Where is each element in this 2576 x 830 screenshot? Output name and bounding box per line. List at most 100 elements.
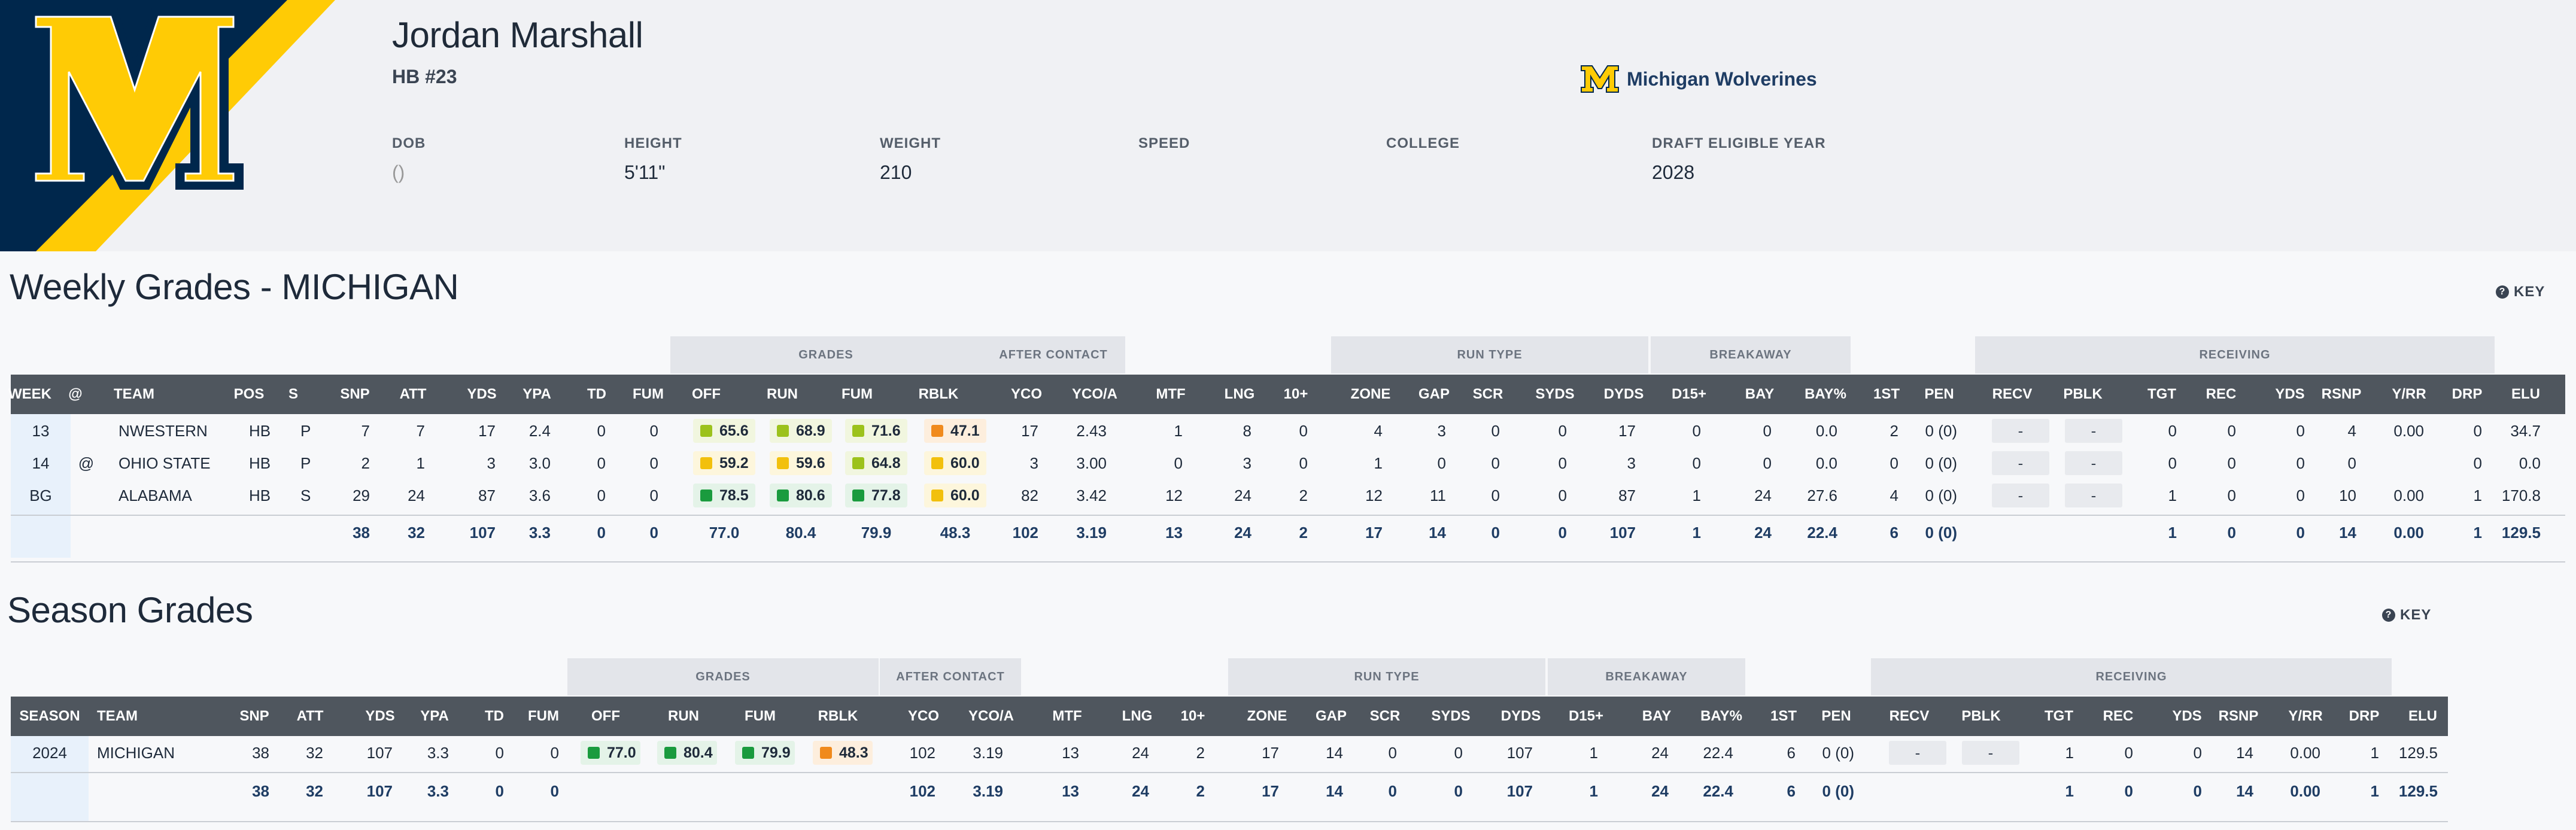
column-header--[interactable]: @: [40, 375, 111, 414]
column-header-pen[interactable]: PEN: [1903, 375, 1975, 414]
group-header: BREAKAWAY: [1548, 658, 1745, 695]
pblk-grade: -: [2065, 451, 2122, 475]
column-header-yco-a[interactable]: YCO/A: [955, 697, 1027, 736]
column-header-pblk[interactable]: PBLK: [2047, 375, 2119, 414]
team-link[interactable]: Michigan Wolverines: [1580, 65, 1817, 93]
column-header-rec[interactable]: REC: [2082, 697, 2154, 736]
total-grade: 79.9: [861, 524, 892, 542]
total-cell: 3.19: [1076, 524, 1107, 542]
column-header-pblk[interactable]: PBLK: [1945, 697, 2017, 736]
stat-cell: 14: [1326, 744, 1343, 762]
column-header-10-[interactable]: 10+: [1260, 375, 1332, 414]
stat-cell: 0: [1692, 422, 1701, 440]
total-cell: 0: [1558, 524, 1567, 542]
season-grades-table: GRADES AFTER CONTACT RUN TYPE BREAKAWAY RECE…: [11, 658, 2448, 826]
column-header-run[interactable]: RUN: [746, 375, 818, 414]
total-cell: 6: [1787, 782, 1796, 800]
column-header-bay[interactable]: BAY: [1724, 375, 1796, 414]
team-link[interactable]: ALABAMA: [119, 480, 192, 511]
grade-badge: 80.6: [770, 484, 832, 507]
column-header-10-[interactable]: 10+: [1157, 697, 1229, 736]
grade-badge: 60.0: [924, 484, 986, 507]
column-header-att[interactable]: ATT: [377, 375, 449, 414]
column-header-off[interactable]: OFF: [570, 697, 642, 736]
column-header-run[interactable]: RUN: [648, 697, 719, 736]
column-header-syds[interactable]: SYDS: [1519, 375, 1591, 414]
total-cell: 107: [366, 782, 393, 800]
column-header-fum[interactable]: FUM: [821, 375, 893, 414]
column-header-zone[interactable]: ZONE: [1335, 375, 1407, 414]
column-header-team[interactable]: TEAM: [97, 697, 138, 736]
stat-cell: 0: [2168, 422, 2177, 440]
column-header-recv[interactable]: RECV: [1976, 375, 2048, 414]
column-header-scr[interactable]: SCR: [1349, 697, 1421, 736]
stat-cell: 0.0: [1815, 454, 1837, 472]
table-row[interactable]: BG ALABAMA HB S 29 24 87 3.6 0 0 78.5 80.6 77.8 60.0 8…: [11, 480, 2565, 511]
total-grade: 48.3: [940, 524, 971, 542]
column-header-fum[interactable]: FUM: [508, 697, 579, 736]
column-header-team[interactable]: TEAM: [114, 375, 154, 414]
grade-color-swatch: [852, 490, 864, 501]
team-link[interactable]: OHIO STATE: [119, 448, 211, 479]
stat-cell: 102: [909, 744, 935, 762]
stat-cell: 3: [1627, 454, 1636, 472]
grade-color-swatch: [777, 425, 789, 437]
column-header-season[interactable]: SEASON: [11, 697, 89, 736]
column-header-rec[interactable]: REC: [2185, 375, 2257, 414]
column-header-d15-[interactable]: D15+: [1550, 697, 1622, 736]
column-header-pen[interactable]: PEN: [1800, 697, 1872, 736]
column-header-rblk[interactable]: RBLK: [903, 375, 974, 414]
column-header-zone[interactable]: ZONE: [1231, 697, 1303, 736]
column-header-mtf[interactable]: MTF: [1031, 697, 1103, 736]
column-header-att[interactable]: ATT: [274, 697, 346, 736]
grade-color-swatch: [700, 425, 712, 437]
weekly-key-button[interactable]: ? KEY: [2496, 284, 2545, 300]
stat-cell: 2.4: [528, 422, 551, 440]
divider: [11, 515, 2565, 516]
column-header-mtf[interactable]: MTF: [1135, 375, 1207, 414]
key-label: KEY: [2514, 284, 2545, 300]
stat-cell: 0: [1763, 454, 1772, 472]
column-header-dyds[interactable]: DYDS: [1588, 375, 1660, 414]
stat-cell: 1: [2065, 744, 2074, 762]
column-header-recv[interactable]: RECV: [1873, 697, 1945, 736]
total-cell: 17: [1365, 524, 1383, 542]
info-value: 2028: [1652, 162, 1695, 183]
table-row[interactable]: 2024 MICHIGAN 38 32 107 3.3 0 0 77.0 80.4 79.9 48.3…: [11, 737, 2448, 768]
column-header-scr[interactable]: SCR: [1452, 375, 1524, 414]
column-header-yco-a[interactable]: YCO/A: [1059, 375, 1131, 414]
column-header-elu[interactable]: ELU: [2387, 697, 2459, 736]
column-header-yco[interactable]: YCO: [888, 697, 959, 736]
stat-cell: 3: [1029, 454, 1038, 472]
table-row[interactable]: 13 NWESTERN HB P 7 7 17 2.4 0 0 65.6 68.9 71.6 47.1 17…: [11, 415, 2565, 446]
weekly-grades-title: Weekly Grades - MICHIGAN: [10, 267, 459, 307]
column-header-syds[interactable]: SYDS: [1415, 697, 1487, 736]
column-header-rsnp[interactable]: RSNP: [2305, 375, 2377, 414]
column-header-bay-[interactable]: BAY%: [1685, 697, 1757, 736]
column-header-yco[interactable]: YCO: [991, 375, 1062, 414]
total-cell: 1: [2370, 782, 2379, 800]
column-header-rblk[interactable]: RBLK: [802, 697, 874, 736]
column-header-s[interactable]: S: [257, 375, 329, 414]
column-header-fum[interactable]: FUM: [724, 697, 796, 736]
column-header-rsnp[interactable]: RSNP: [2203, 697, 2274, 736]
grade-badge: 79.9: [735, 741, 795, 765]
season-key-button[interactable]: ? KEY: [2382, 607, 2431, 624]
stat-cell: 170.8: [2501, 487, 2541, 504]
info-label: SPEED: [1138, 135, 1190, 151]
column-header-off[interactable]: OFF: [670, 375, 742, 414]
team-link[interactable]: NWESTERN: [119, 415, 208, 446]
total-grade: 80.4: [785, 524, 816, 542]
status-cell: P: [300, 454, 311, 472]
column-header-d15-[interactable]: D15+: [1653, 375, 1725, 414]
column-header-elu[interactable]: ELU: [2490, 375, 2562, 414]
column-header-bay[interactable]: BAY: [1621, 697, 1693, 736]
stat-cell: 32: [306, 744, 323, 762]
grade-color-swatch: [777, 457, 789, 469]
column-header-dyds[interactable]: DYDS: [1485, 697, 1557, 736]
table-row[interactable]: 14 @ OHIO STATE HB P 2 1 3 3.0 0 0 59.2 59.6 64.8 60.0…: [11, 448, 2565, 479]
grade-color-swatch: [852, 457, 864, 469]
pblk-grade: -: [2065, 484, 2122, 507]
stat-cell: 0: [1388, 744, 1397, 762]
stat-cell: 3: [1437, 422, 1446, 440]
